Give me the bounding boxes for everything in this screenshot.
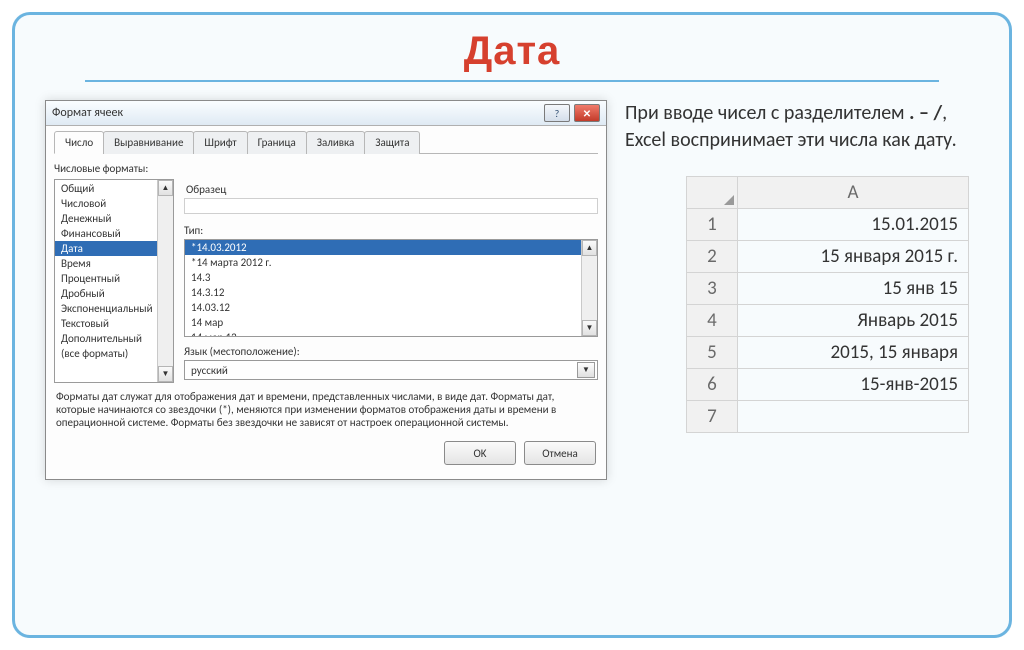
- category-listbox[interactable]: Общий Числовой Денежный Финансовый Дата …: [54, 179, 174, 383]
- type-label: Тип:: [184, 224, 598, 237]
- row-header[interactable]: 5: [687, 337, 738, 369]
- chevron-down-icon[interactable]: ▼: [577, 362, 595, 378]
- sample-label: Образец: [186, 183, 598, 196]
- language-select[interactable]: русский ▼: [184, 360, 598, 380]
- type-listbox[interactable]: *14.03.2012 *14 марта 2012 г. 14.3 14.3.…: [184, 239, 598, 337]
- category-item[interactable]: Процентный: [55, 271, 173, 286]
- category-item-date[interactable]: Дата: [55, 241, 173, 256]
- scroll-up-icon[interactable]: ▲: [158, 180, 173, 196]
- scroll-up-icon[interactable]: ▲: [582, 240, 597, 256]
- dialog-tabs: Число Выравнивание Шрифт Граница Заливка…: [54, 130, 598, 154]
- category-item[interactable]: Текстовый: [55, 316, 173, 331]
- type-item[interactable]: *14 марта 2012 г.: [185, 255, 597, 270]
- row-header[interactable]: 2: [687, 241, 738, 273]
- explanation-text: При вводе чисел с разделителем . – /, Ex…: [625, 100, 979, 154]
- tab-number[interactable]: Число: [54, 131, 104, 154]
- cell[interactable]: 15 янв 15: [738, 273, 969, 305]
- type-item[interactable]: 14 мар 12: [185, 330, 597, 337]
- number-formats-label: Числовые форматы:: [54, 162, 598, 175]
- tab-protection[interactable]: Защита: [364, 131, 420, 154]
- format-description: Форматы дат служат для отображения дат и…: [54, 383, 598, 441]
- language-label: Язык (местоположение):: [184, 345, 598, 358]
- row-header[interactable]: 7: [687, 401, 738, 433]
- separator-highlight: . – /: [909, 101, 942, 125]
- cancel-button[interactable]: Отмена: [524, 441, 596, 465]
- close-button[interactable]: ✕: [574, 104, 600, 122]
- type-item[interactable]: 14 мар: [185, 315, 597, 330]
- row-header[interactable]: 3: [687, 273, 738, 305]
- category-scrollbar[interactable]: ▲ ▼: [157, 180, 173, 382]
- tab-fill[interactable]: Заливка: [306, 131, 366, 154]
- ok-button[interactable]: OK: [444, 441, 516, 465]
- category-item[interactable]: Числовой: [55, 196, 173, 211]
- dialog-title: Формат ячеек: [52, 106, 123, 120]
- help-button[interactable]: ?: [544, 104, 570, 122]
- page-title: Дата: [15, 29, 1009, 74]
- type-item[interactable]: 14.3.12: [185, 285, 597, 300]
- type-item[interactable]: 14.03.12: [185, 300, 597, 315]
- cell[interactable]: 15.01.2015: [738, 209, 969, 241]
- format-cells-dialog: Формат ячеек ? ✕ Число Выравнивание Шриф…: [45, 100, 607, 480]
- scroll-down-icon[interactable]: ▼: [582, 320, 597, 336]
- category-item[interactable]: Дробный: [55, 286, 173, 301]
- category-item[interactable]: (все форматы): [55, 346, 173, 361]
- sample-box: [184, 198, 598, 214]
- type-scrollbar[interactable]: ▲ ▼: [581, 240, 597, 336]
- category-item[interactable]: Время: [55, 256, 173, 271]
- category-item[interactable]: Денежный: [55, 211, 173, 226]
- category-item[interactable]: Дополнительный: [55, 331, 173, 346]
- tab-alignment[interactable]: Выравнивание: [103, 131, 194, 154]
- row-header[interactable]: 1: [687, 209, 738, 241]
- tab-border[interactable]: Граница: [247, 131, 307, 154]
- column-header-a[interactable]: A: [738, 177, 969, 209]
- row-header[interactable]: 4: [687, 305, 738, 337]
- language-value: русский: [191, 364, 228, 377]
- cell[interactable]: 2015, 15 января: [738, 337, 969, 369]
- select-all-corner[interactable]: [687, 177, 738, 209]
- scroll-down-icon[interactable]: ▼: [158, 366, 173, 382]
- category-item[interactable]: Финансовый: [55, 226, 173, 241]
- tab-font[interactable]: Шрифт: [193, 131, 247, 154]
- category-item[interactable]: Экспоненциальный: [55, 301, 173, 316]
- cell[interactable]: 15 января 2015 г.: [738, 241, 969, 273]
- row-header[interactable]: 6: [687, 369, 738, 401]
- cell[interactable]: [738, 401, 969, 433]
- cell[interactable]: Январь 2015: [738, 305, 969, 337]
- category-item[interactable]: Общий: [55, 181, 173, 196]
- type-item[interactable]: *14.03.2012: [185, 240, 597, 255]
- cell[interactable]: 15-янв-2015: [738, 369, 969, 401]
- worksheet-sample: A 115.01.2015 215 января 2015 г. 315 янв…: [686, 176, 969, 433]
- type-item[interactable]: 14.3: [185, 270, 597, 285]
